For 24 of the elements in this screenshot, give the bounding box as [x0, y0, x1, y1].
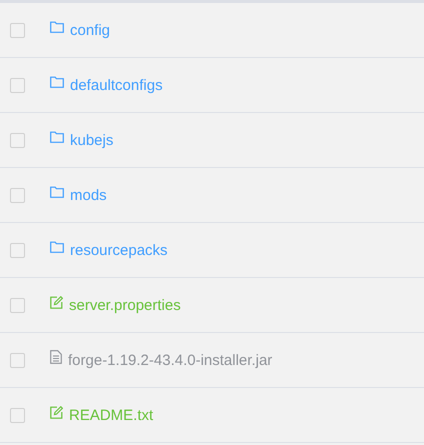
file-name-link[interactable]: resourcepacks: [70, 242, 168, 258]
file-name-link[interactable]: README.txt: [69, 406, 154, 424]
checkbox[interactable]: [10, 298, 25, 312]
folder-icon: [50, 186, 64, 198]
edit-icon: [50, 296, 63, 308]
folder-icon: [50, 76, 64, 88]
file-name-link[interactable]: forge-1.19.2-43.4.0-installer.jar: [68, 352, 272, 368]
checkbox[interactable]: [10, 188, 25, 202]
file-name-link[interactable]: config: [70, 22, 110, 38]
folder-icon: [50, 241, 64, 253]
document-icon: [50, 350, 62, 364]
file-name-link[interactable]: mods: [70, 186, 107, 204]
file-name-link[interactable]: kubejs: [70, 132, 114, 148]
folder-icon: [50, 21, 64, 33]
checkbox[interactable]: [10, 22, 25, 38]
checkbox[interactable]: [10, 408, 25, 422]
edit-icon: [50, 406, 63, 418]
checkbox[interactable]: [10, 242, 25, 258]
folder-icon: [50, 131, 64, 143]
file-name-link[interactable]: server.properties: [69, 296, 181, 314]
checkbox[interactable]: [10, 78, 25, 92]
checkbox[interactable]: [10, 132, 25, 148]
file-name-link[interactable]: defaultconfigs: [70, 76, 163, 94]
checkbox[interactable]: [10, 352, 25, 368]
